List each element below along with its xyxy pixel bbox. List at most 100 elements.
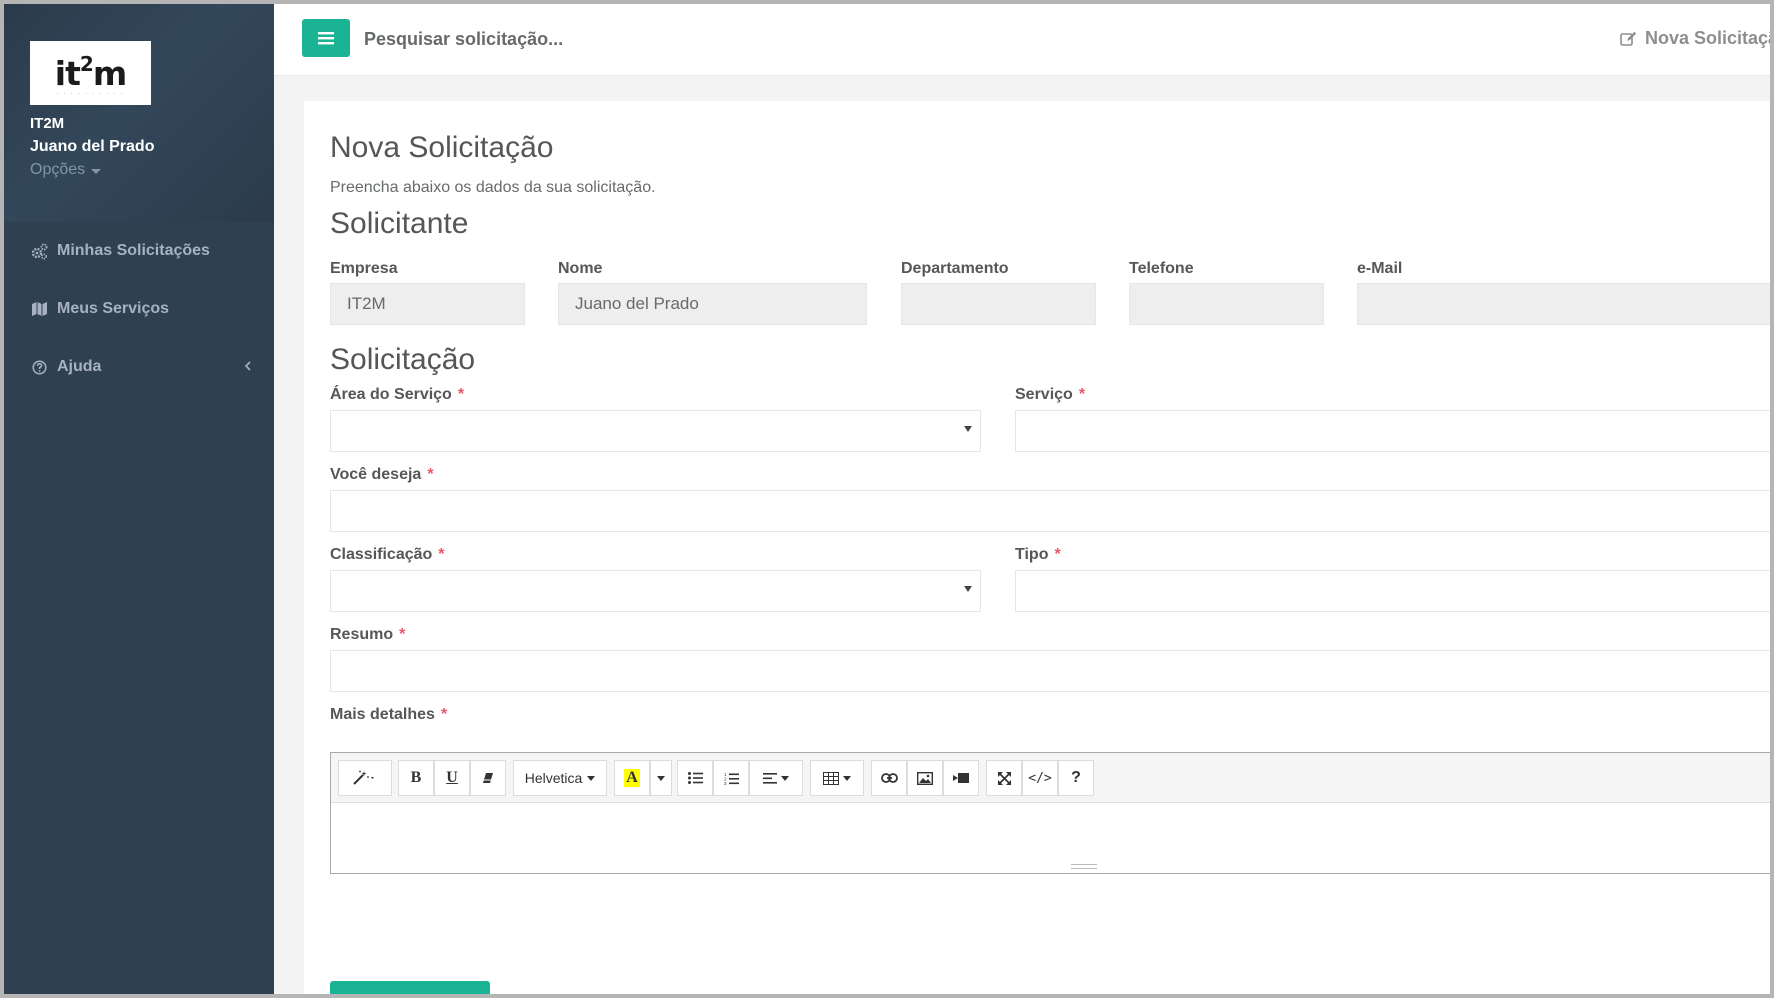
underline-icon: U bbox=[446, 769, 458, 786]
profile-user-name: Juano del Prado bbox=[30, 138, 155, 155]
link-button[interactable] bbox=[871, 760, 907, 796]
details-label: Mais detalhes * bbox=[330, 706, 448, 723]
highlight-button[interactable]: A bbox=[614, 760, 650, 796]
phone-label: Telefone bbox=[1129, 260, 1194, 277]
highlight-dropdown[interactable] bbox=[650, 760, 672, 796]
search-input[interactable] bbox=[364, 23, 784, 55]
sidebar-item-label: Minhas Solicitações bbox=[57, 242, 210, 259]
service-area-label: Área do Serviço * bbox=[330, 386, 465, 403]
email-label: e-Mail bbox=[1357, 260, 1403, 277]
required-marker: * bbox=[440, 706, 448, 723]
summary-label: Resumo * bbox=[330, 626, 406, 643]
page-subtitle: Preencha abaixo os dados da sua solicita… bbox=[330, 179, 656, 196]
required-marker: * bbox=[1078, 386, 1086, 403]
summary-input[interactable] bbox=[330, 650, 1770, 692]
caret-down-icon bbox=[91, 168, 102, 174]
code-view-icon: </> bbox=[1028, 770, 1052, 786]
caret-down-icon bbox=[587, 775, 596, 781]
company-field: IT2M bbox=[330, 283, 525, 325]
table-dropdown[interactable] bbox=[810, 760, 864, 796]
caret-down-icon bbox=[843, 775, 851, 781]
service-label: Serviço * bbox=[1015, 386, 1086, 403]
department-label: Departamento bbox=[901, 260, 1009, 277]
resize-grip-icon[interactable] bbox=[1071, 864, 1097, 869]
sidebar-nav: Minhas Solicitações Meus Serviços Ajuda bbox=[4, 222, 274, 396]
bars-icon bbox=[318, 32, 334, 45]
phone-field bbox=[1129, 283, 1324, 325]
eraser-icon bbox=[483, 773, 493, 783]
service-select[interactable] bbox=[1015, 410, 1770, 452]
caret-down-icon bbox=[657, 775, 665, 781]
app-window: it2m · · · · · · · · · · IT2M Juano del … bbox=[4, 4, 1770, 994]
top-navbar: Nova Solicitação bbox=[274, 4, 1770, 76]
chevron-left-icon bbox=[244, 358, 252, 376]
map-icon bbox=[30, 300, 48, 318]
font-name: Helvetica bbox=[524, 770, 583, 786]
sidebar-item-meus-servicos[interactable]: Meus Serviços bbox=[4, 280, 274, 338]
sidebar-item-ajuda[interactable]: Ajuda bbox=[4, 338, 274, 396]
ordered-list-button[interactable]: 123 bbox=[713, 760, 749, 796]
sidebar-item-minhas-solicitacoes[interactable]: Minhas Solicitações bbox=[4, 222, 274, 280]
required-marker: * bbox=[399, 626, 406, 643]
sidebar: it2m · · · · · · · · · · IT2M Juano del … bbox=[4, 4, 274, 994]
font-family-dropdown[interactable]: Helvetica bbox=[513, 760, 607, 796]
video-icon bbox=[953, 773, 969, 783]
highlight-icon: A bbox=[624, 769, 640, 787]
profile-company: IT2M bbox=[30, 115, 65, 132]
paragraph-align-dropdown[interactable] bbox=[749, 760, 803, 796]
department-field bbox=[901, 283, 1096, 325]
wish-select[interactable] bbox=[330, 490, 1770, 532]
company-label: Empresa bbox=[330, 260, 398, 277]
unordered-list-icon bbox=[687, 772, 703, 784]
classification-label: Classificação * bbox=[330, 546, 445, 563]
editor-toolbar: B U Helvetica A 123 </> ? bbox=[331, 753, 1770, 803]
name-field: Juano del Prado bbox=[558, 283, 867, 325]
magic-style-button[interactable] bbox=[338, 760, 392, 796]
request-section-title: Solicitação bbox=[330, 343, 476, 376]
requester-section-title: Solicitante bbox=[330, 207, 469, 240]
table-icon bbox=[823, 771, 839, 785]
magic-icon bbox=[353, 770, 374, 785]
request-form-panel: Nova Solicitação Preencha abaixo os dado… bbox=[304, 101, 1770, 994]
page-title: Nova Solicitação bbox=[330, 131, 554, 164]
menu-toggle-button[interactable] bbox=[302, 19, 350, 57]
editor-content-area[interactable] bbox=[331, 803, 1770, 873]
video-button[interactable] bbox=[943, 760, 979, 796]
code-view-button[interactable]: </> bbox=[1022, 760, 1058, 796]
required-marker: * bbox=[438, 546, 445, 563]
picture-button[interactable] bbox=[907, 760, 943, 796]
new-request-link[interactable]: Nova Solicitação bbox=[1620, 28, 1770, 49]
ordered-list-icon: 123 bbox=[724, 772, 739, 785]
required-marker: * bbox=[427, 466, 434, 483]
bold-button[interactable]: B bbox=[398, 760, 434, 796]
submit-button[interactable] bbox=[330, 981, 490, 994]
bold-icon: B bbox=[410, 769, 422, 786]
new-request-label: Nova Solicitação bbox=[1645, 28, 1770, 48]
fullscreen-button[interactable] bbox=[986, 760, 1022, 796]
svg-text:3: 3 bbox=[724, 781, 727, 785]
classification-select[interactable] bbox=[330, 570, 981, 612]
sidebar-item-label: Ajuda bbox=[57, 358, 102, 375]
clear-format-button[interactable] bbox=[470, 760, 506, 796]
align-icon bbox=[763, 772, 777, 784]
select-arrow-icon bbox=[964, 426, 972, 432]
wish-label: Você deseja * bbox=[330, 466, 434, 483]
name-label: Nome bbox=[558, 260, 603, 277]
underline-button[interactable]: U bbox=[434, 760, 470, 796]
profile-options-dropdown[interactable]: Opções bbox=[30, 161, 274, 179]
service-area-select[interactable] bbox=[330, 410, 981, 452]
question-circle-icon bbox=[30, 358, 48, 376]
type-label: Tipo * bbox=[1015, 546, 1061, 563]
edit-icon bbox=[1620, 31, 1637, 46]
details-editor: B U Helvetica A 123 </> ? bbox=[330, 752, 1770, 874]
sidebar-item-label: Meus Serviços bbox=[57, 300, 170, 317]
type-select[interactable] bbox=[1015, 570, 1770, 612]
help-icon: ? bbox=[1071, 769, 1081, 786]
help-button[interactable]: ? bbox=[1058, 760, 1094, 796]
link-icon bbox=[880, 773, 898, 783]
gears-icon bbox=[30, 242, 48, 260]
profile-header: it2m · · · · · · · · · · IT2M Juano del … bbox=[4, 4, 274, 222]
caret-down-icon bbox=[781, 775, 789, 781]
unordered-list-button[interactable] bbox=[677, 760, 713, 796]
required-marker: * bbox=[1054, 546, 1061, 563]
